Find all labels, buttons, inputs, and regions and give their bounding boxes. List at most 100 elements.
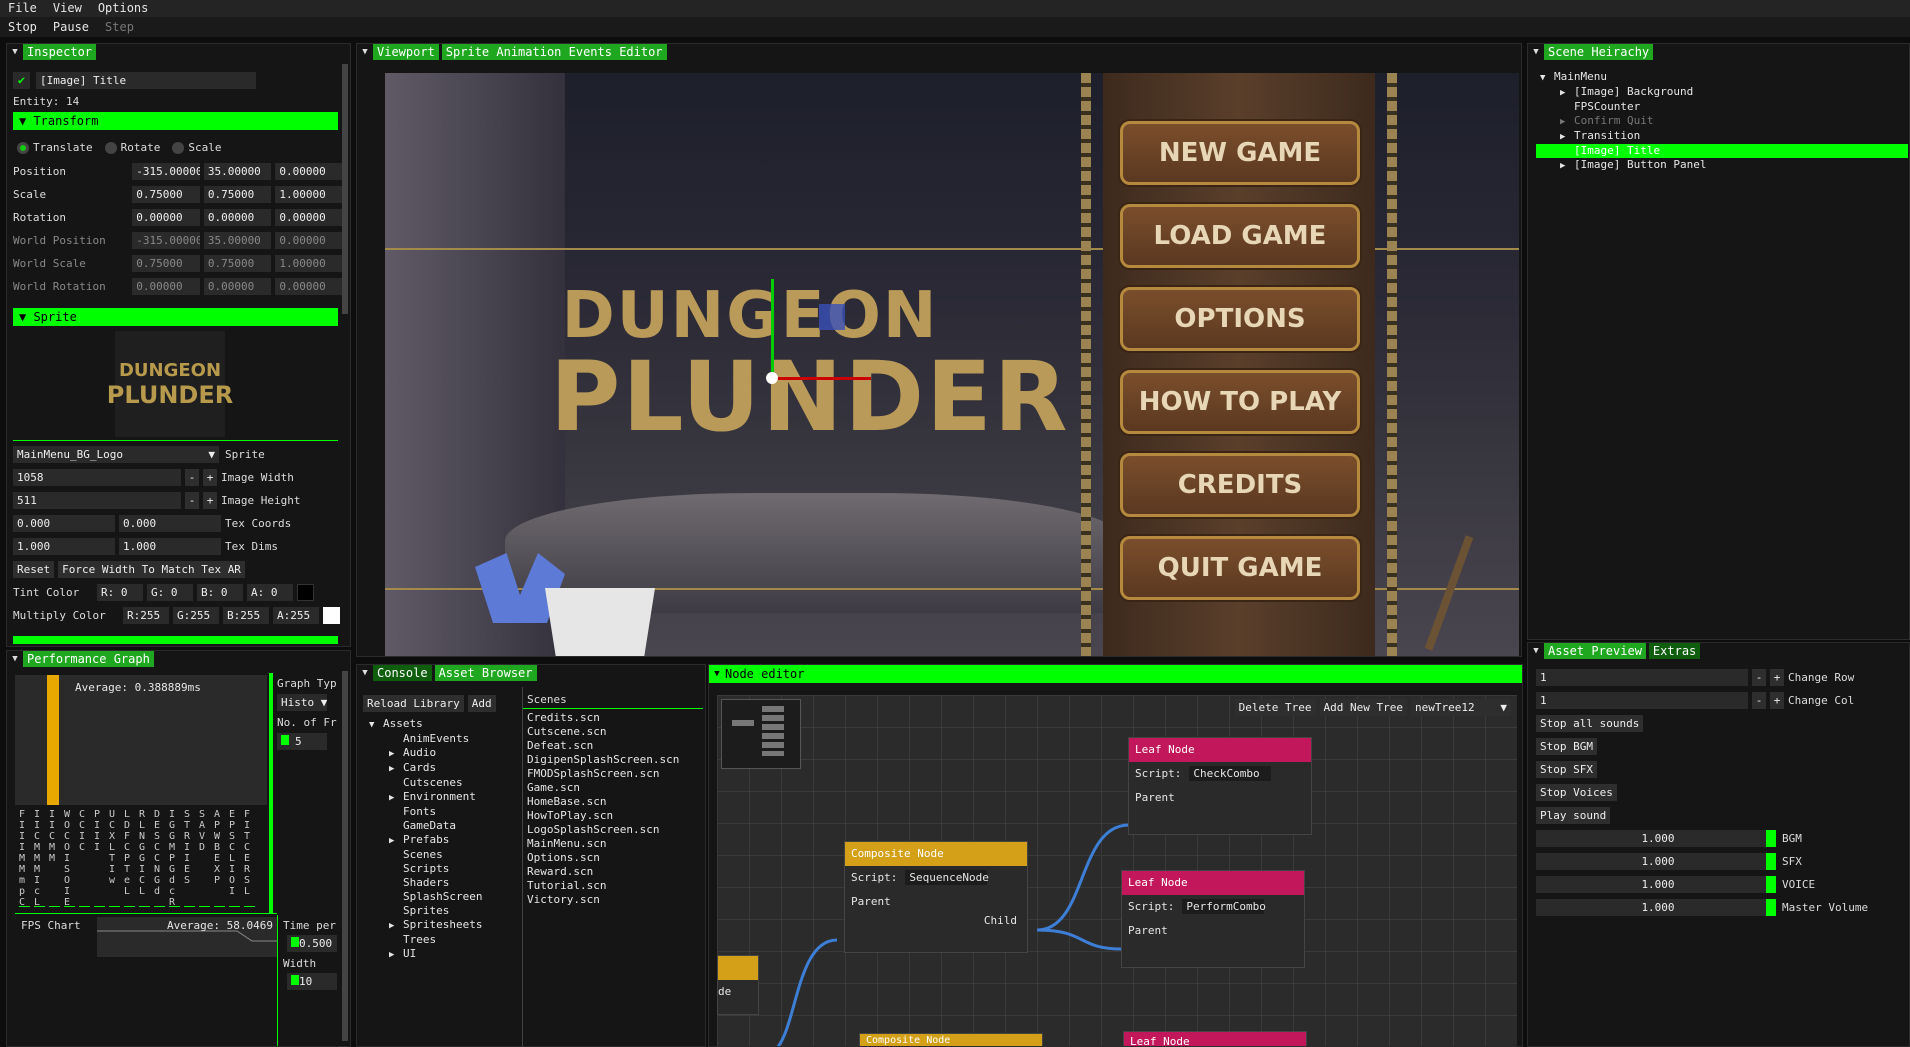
collapsed-arrow-icon[interactable]: ▶	[1560, 86, 1574, 100]
tint-b[interactable]: B: 0	[197, 584, 243, 601]
file-item[interactable]: Defeat.scn	[527, 739, 705, 753]
folder-item[interactable]: Fonts	[369, 805, 529, 819]
volume-slider[interactable]: 1.000	[1536, 829, 1776, 847]
tab-inspector[interactable]: Inspector	[23, 44, 97, 60]
menu-options[interactable]: Options	[90, 0, 157, 17]
game-options-button[interactable]: OPTIONS	[1120, 287, 1360, 351]
partial-node[interactable]: de	[717, 955, 759, 1015]
transform-value-field[interactable]: 0.00000	[275, 209, 343, 226]
multiply-g[interactable]: G:255	[173, 607, 219, 624]
check-icon[interactable]: ✔	[13, 72, 30, 89]
folder-item[interactable]: Cutscenes	[369, 776, 529, 790]
transform-header[interactable]: ▼ Transform	[13, 112, 338, 130]
folder-item[interactable]: ▶ Audio	[369, 746, 529, 761]
collapse-icon[interactable]: ▼	[709, 669, 725, 679]
folder-item[interactable]: AnimEvents	[369, 732, 529, 746]
collapsed-arrow-icon[interactable]: ▶	[1560, 159, 1574, 173]
num-frames-field[interactable]: 5	[277, 733, 327, 750]
collapsed-arrow-icon[interactable]: ▶	[1560, 115, 1574, 129]
folder-item[interactable]: Shaders	[369, 876, 529, 890]
decrement-button[interactable]: -	[185, 492, 199, 509]
tab-scene-hierarchy[interactable]: Scene Heirachy	[1544, 44, 1654, 60]
node-script-field[interactable]: PerformCombo	[1182, 899, 1266, 914]
file-item[interactable]: Game.scn	[527, 781, 705, 795]
folder-item[interactable]: ▶ UI	[369, 947, 529, 962]
increment-button[interactable]: +	[1770, 669, 1784, 686]
expanded-arrow-icon[interactable]: ▼	[369, 718, 383, 732]
collapsed-arrow-icon[interactable]: ▶	[1560, 130, 1574, 144]
parent-pin[interactable]: Parent	[1122, 919, 1304, 943]
node-script-field[interactable]: CheckCombo	[1189, 766, 1272, 781]
composite-node-partial[interactable]: Composite Node	[859, 1033, 1043, 1046]
folder-item[interactable]: Scenes	[369, 848, 529, 862]
menu-view[interactable]: View	[45, 0, 90, 17]
folder-item[interactable]: GameData	[369, 819, 529, 833]
tab-node-editor[interactable]: Node editor	[725, 667, 804, 681]
scene-item[interactable]: FPSCounter	[1536, 100, 1908, 114]
sprite-header[interactable]: ▼ Sprite	[13, 308, 338, 326]
tint-swatch[interactable]	[297, 584, 314, 601]
stop-all-sounds-button[interactable]: Stop all sounds	[1536, 715, 1644, 732]
tab-extras[interactable]: Extras	[1648, 643, 1701, 659]
multiply-a[interactable]: A:255	[273, 607, 319, 624]
gizmo-y-axis[interactable]	[771, 279, 774, 379]
transform-value-field[interactable]: 0.00000	[132, 209, 200, 226]
entity-name-field[interactable]: [Image] Title	[36, 72, 256, 89]
game-quit-game-button[interactable]: QUIT GAME	[1120, 536, 1360, 600]
child-pin[interactable]: Child	[845, 914, 1027, 928]
scene-item[interactable]: ▶ Transition	[1536, 129, 1908, 144]
file-item[interactable]: Options.scn	[527, 851, 705, 865]
slider-grab[interactable]	[1766, 898, 1776, 916]
gizmo-center[interactable]	[766, 372, 778, 384]
folder-item[interactable]: SplashScreen	[369, 890, 529, 904]
image-width-field[interactable]: 1058	[13, 469, 181, 486]
stop-voices-button[interactable]: Stop Voices	[1536, 784, 1617, 801]
scale-radio[interactable]: Scale	[172, 139, 221, 156]
folder-item[interactable]: Sprites	[369, 904, 529, 918]
multiply-b[interactable]: B:255	[223, 607, 269, 624]
node-canvas[interactable]: Delete Tree Add New Tree newTree12 ▼ Lea…	[717, 695, 1517, 1046]
scene-item[interactable]: ▶ Confirm Quit	[1536, 114, 1908, 129]
file-item[interactable]: HowToPlay.scn	[527, 809, 705, 823]
tint-r[interactable]: R: 0	[97, 584, 143, 601]
collapse-icon[interactable]: ▼	[7, 654, 23, 664]
game-credits-button[interactable]: CREDITS	[1120, 453, 1360, 517]
file-item[interactable]: Cutscene.scn	[527, 725, 705, 739]
collapsed-arrow-icon[interactable]: ▶	[389, 948, 403, 962]
tab-asset-preview[interactable]: Asset Preview	[1544, 643, 1646, 659]
transform-value-field[interactable]: 35.00000	[203, 163, 272, 180]
change-row-field[interactable]: 1	[1536, 669, 1748, 686]
scene-item[interactable]: ▶ [Image] Button Panel	[1536, 158, 1908, 173]
collapsed-arrow-icon[interactable]: ▶	[389, 747, 403, 761]
leaf-node-checkcombo[interactable]: Leaf Node Script: CheckCombo Parent	[1128, 737, 1312, 835]
decrement-button[interactable]: -	[185, 469, 199, 486]
file-item[interactable]: HomeBase.scn	[527, 795, 705, 809]
transform-value-field[interactable]: 0.00000	[203, 209, 272, 226]
image-height-field[interactable]: 511	[13, 492, 181, 509]
tex-coord-u[interactable]: 0.000	[13, 515, 115, 532]
step-button[interactable]: Step	[97, 17, 142, 37]
transform-value-field[interactable]: 0.75000	[132, 186, 200, 203]
rotate-radio[interactable]: Rotate	[104, 139, 160, 156]
tab-sprite-animation-events[interactable]: Sprite Animation Events Editor	[441, 44, 667, 60]
tab-viewport[interactable]: Viewport	[373, 44, 439, 60]
tex-dim-h[interactable]: 1.000	[119, 538, 221, 555]
folder-item[interactable]: ▼ Assets	[369, 717, 529, 732]
increment-button[interactable]: +	[203, 469, 217, 486]
leaf-node-partial[interactable]: Leaf Node	[1123, 1031, 1307, 1046]
scene-item[interactable]: [Image] Title	[1536, 144, 1908, 158]
game-how-to-play-button[interactable]: HOW TO PLAY	[1120, 370, 1360, 434]
file-item[interactable]: Tutorial.scn	[527, 879, 705, 893]
play-sound-button[interactable]: Play sound	[1536, 807, 1611, 824]
stop-button[interactable]: Stop	[0, 17, 45, 37]
collapsed-arrow-icon[interactable]: ▶	[389, 762, 403, 776]
slider-grab[interactable]	[1766, 875, 1776, 893]
folder-item[interactable]: Trees	[369, 933, 529, 947]
scene-item[interactable]: ▶ [Image] Background	[1536, 85, 1908, 100]
volume-slider[interactable]: 1.000	[1536, 898, 1776, 916]
reload-library-button[interactable]: Reload Library	[363, 695, 464, 712]
transform-value-field[interactable]: -315.00000	[132, 163, 200, 180]
folder-item[interactable]: ▶ Environment	[369, 790, 529, 805]
composite-node-sequence[interactable]: Composite Node Script: SequenceNode Paren…	[844, 841, 1028, 953]
parent-pin[interactable]: Parent	[1129, 786, 1311, 810]
